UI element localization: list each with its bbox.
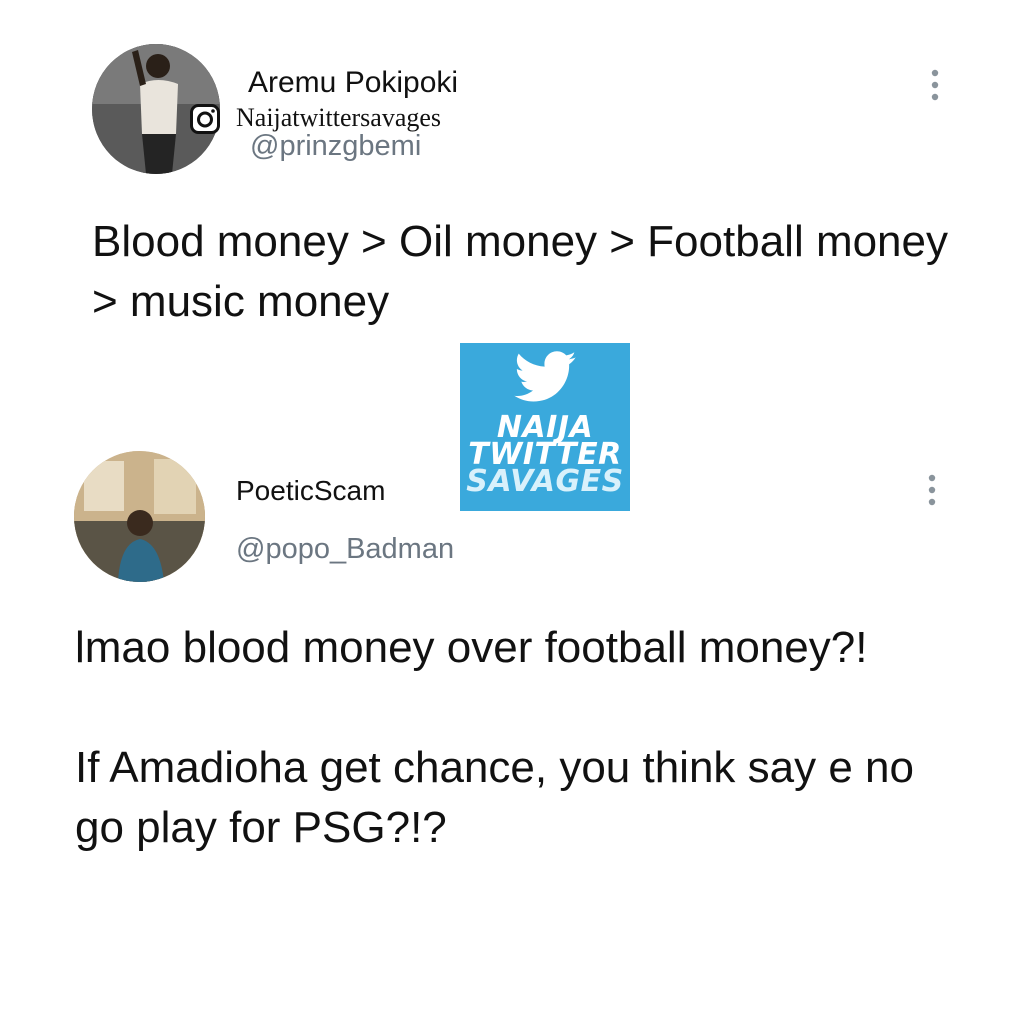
avatar[interactable] xyxy=(74,451,205,582)
watermark-handle: Naijatwittersavages xyxy=(236,103,442,132)
instagram-icon xyxy=(190,104,220,134)
tweet-paragraph: lmao blood money over football money?! xyxy=(75,623,868,672)
tweet-paragraph: If Amadioha get chance, you think say e … xyxy=(75,743,914,852)
author-name[interactable]: PoeticScam xyxy=(236,475,385,507)
vertical-ellipsis-icon[interactable] xyxy=(923,68,947,104)
author-name[interactable]: Aremu Pokipoki xyxy=(248,66,458,100)
logo-line: SAVAGES xyxy=(466,464,624,499)
author-handle[interactable]: @popo_Badman xyxy=(236,533,454,566)
twitter-bird-icon xyxy=(514,351,577,402)
watermark-logo: NAIJA TWITTER SAVAGES xyxy=(460,343,630,511)
tweet-text: lmao blood money over football money?! I… xyxy=(75,618,975,918)
tweet-text: Blood money > Oil money > Football money… xyxy=(92,217,949,326)
author-handle[interactable]: @prinzgbemi xyxy=(250,130,421,163)
vertical-ellipsis-icon[interactable] xyxy=(920,473,944,509)
